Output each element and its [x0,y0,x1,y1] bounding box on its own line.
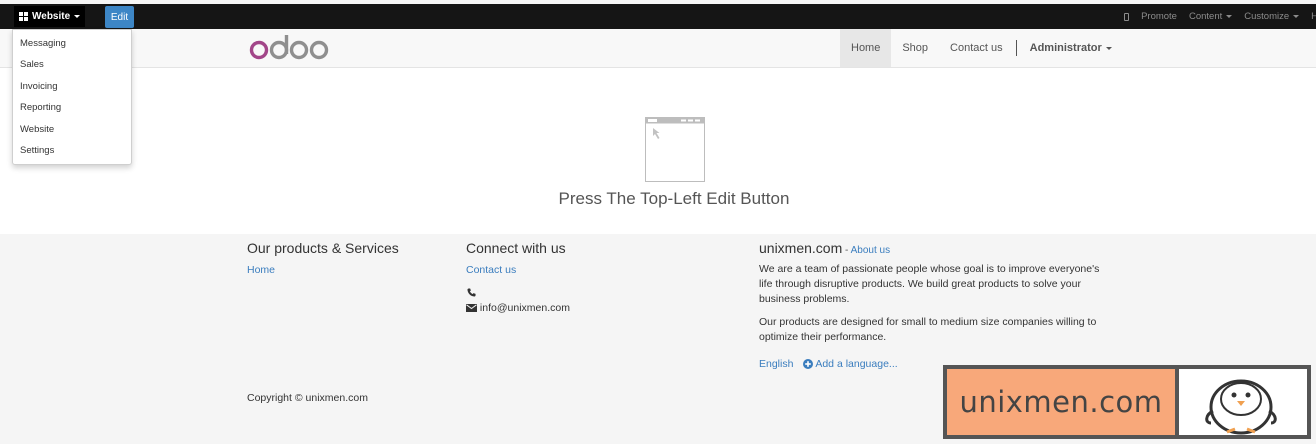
footer-email: info@unixmen.com [466,301,570,316]
app-switcher-button[interactable]: Website [14,6,86,27]
promote-button[interactable]: Promote [1141,11,1177,22]
nav-item-home[interactable]: Home [840,29,892,67]
copyright-text: Copyright © unixmen.com [247,392,368,404]
app-menu-dropdown: Messaging Sales Invoicing Reporting Webs… [12,29,132,165]
chevron-down-icon [1293,15,1300,18]
watermark-text: unixmen.com [947,369,1175,435]
add-language-label: Add a language... [815,358,898,370]
footer-products-title: Our products & Services [247,240,399,256]
edit-button[interactable]: Edit [105,6,134,28]
footer-company-name: unixmen.com [759,240,843,256]
penguin-logo-icon [1179,369,1307,435]
mobile-preview-button[interactable] [1124,12,1130,21]
chevron-down-icon [1105,46,1112,50]
footer-connect-title: Connect with us [466,240,566,256]
nav-item-contact-us[interactable]: Contact us [939,29,1014,67]
user-menu-label: Administrator [1029,42,1102,54]
unixmen-watermark: unixmen.com [943,365,1311,439]
user-menu[interactable]: Administrator [1019,29,1123,67]
about-us-link[interactable]: About us [851,245,890,256]
content-label: Content [1188,11,1223,22]
menu-item-settings[interactable]: Settings [13,140,131,161]
footer-about-paragraph-2: Our products are designed for small to m… [759,316,1097,343]
phone-icon [467,285,476,300]
footer-title-dash: - [842,245,851,256]
menu-item-messaging[interactable]: Messaging [13,33,131,54]
add-language-link[interactable]: Add a language... [803,358,898,370]
footer-home-link[interactable]: Home [247,264,275,276]
content-menu[interactable]: Content [1188,11,1233,22]
page: Website Edit Promote Content Customize H [0,0,1316,444]
customize-label: Customize [1244,11,1290,22]
chevron-down-icon [74,15,81,18]
app-switcher-label: Website [32,11,71,22]
menu-item-invoicing[interactable]: Invoicing [13,76,131,97]
help-menu[interactable]: H [1311,11,1316,22]
odoo-logo[interactable] [249,32,331,62]
footer-contact-link[interactable]: Contact us [466,264,516,276]
menu-item-website[interactable]: Website [13,119,131,140]
chevron-down-icon [1226,15,1233,18]
envelope-icon [466,304,477,313]
menu-item-reporting[interactable]: Reporting [13,97,131,118]
site-nav: Home Shop Contact us Administrator [840,29,1123,67]
language-english-link[interactable]: English [759,358,793,370]
admin-bar: Website Edit Promote Content Customize H [0,4,1316,29]
promote-label: Promote [1141,11,1177,22]
menu-item-sales[interactable]: Sales [13,54,131,75]
footer-about-paragraph-1: We are a team of passionate people whose… [759,263,1100,305]
site-header: Home Shop Contact us Administrator [0,29,1316,68]
footer-email-text: info@unixmen.com [479,302,570,314]
customize-menu[interactable]: Customize [1244,11,1300,22]
page-headline: Press The Top-Left Edit Button [558,189,790,208]
nav-item-shop[interactable]: Shop [891,29,939,67]
apps-grid-icon [19,12,28,21]
browser-window-icon [645,117,705,182]
footer-company-title: unixmen.com - About us [759,240,890,256]
plus-circle-icon [803,359,813,370]
help-label: H [1311,11,1316,22]
admin-right-menu: Promote Content Customize H [1124,4,1316,29]
nav-divider [1015,40,1017,56]
mobile-icon [1124,12,1130,21]
